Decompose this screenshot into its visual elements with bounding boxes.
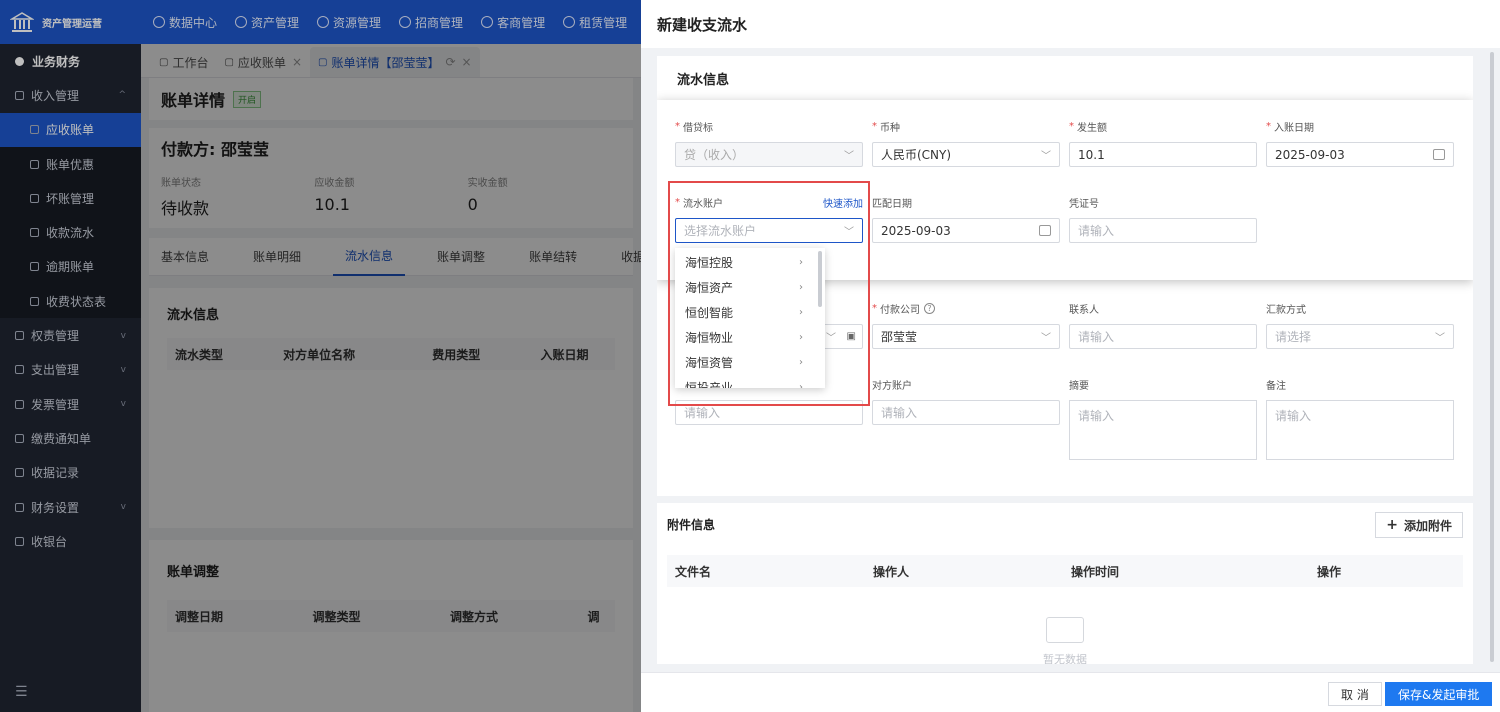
- account-dropdown: 海恒控股 › 海恒资产 › 恒创智能 › 海恒物业 › 海恒资管 › 恒投产业 ›: [675, 248, 825, 388]
- account-option-label: 海恒资产: [685, 281, 734, 295]
- match-date-field: 匹配日期 2025-09-03: [872, 194, 1060, 243]
- currency-field: * 币种 人民币(CNY) ﹀: [872, 118, 1060, 167]
- help-icon[interactable]: ?: [924, 302, 935, 314]
- account-option-label: 海恒资管: [685, 356, 734, 370]
- remit-method-select[interactable]: 请选择 ﹀: [1266, 324, 1454, 349]
- attachments-table-header: 文件名 操作人 操作时间 操作: [667, 555, 1463, 587]
- empty-state: 暂无数据: [667, 587, 1463, 664]
- remit-method-field: 汇款方式 请选择 ﹀: [1266, 300, 1454, 349]
- voucher-input[interactable]: 请输入: [1069, 218, 1257, 243]
- amount-field: * 发生额 10.1: [1069, 118, 1257, 167]
- extra-input[interactable]: 请输入: [675, 400, 863, 425]
- account-option-label: 海恒控股: [685, 256, 734, 270]
- flow-info-title: 流水信息: [677, 72, 730, 88]
- summary-field: 摘要 请输入: [1069, 376, 1257, 460]
- drawer-title: 新建收支流水: [641, 0, 1500, 48]
- chevron-right-icon: ›: [799, 257, 803, 268]
- post-date-field: * 入账日期 2025-09-03: [1266, 118, 1454, 167]
- calendar-icon: [1433, 149, 1445, 160]
- account-option-label: 海恒物业: [685, 331, 734, 345]
- drawer-footer: 取 消 保存&发起审批: [641, 672, 1500, 712]
- account-option[interactable]: 海恒控股 ›: [675, 250, 825, 275]
- remark-textarea[interactable]: 请输入: [1266, 400, 1454, 460]
- debit-credit-field: * 借贷标 贷（收入） ﹀: [675, 118, 863, 167]
- account-option[interactable]: 恒创智能 ›: [675, 300, 825, 325]
- column-header: 操作时间: [1071, 564, 1120, 579]
- account-option[interactable]: 海恒物业 ›: [675, 325, 825, 350]
- chevron-down-icon: ﹀: [1435, 333, 1445, 344]
- contact-input[interactable]: 请输入: [1069, 324, 1257, 349]
- account-field: * 流水账户 快速添加 选择流水账户 ﹀: [675, 194, 863, 243]
- overlay-mask-top[interactable]: [0, 0, 641, 44]
- account-select[interactable]: 选择流水账户 ﹀: [675, 218, 863, 243]
- contact-field: 联系人 请输入: [1069, 300, 1257, 349]
- chevron-right-icon: ›: [799, 357, 803, 368]
- column-header: 文件名: [675, 564, 712, 579]
- amount-input[interactable]: 10.1: [1069, 142, 1257, 167]
- chevron-right-icon: ›: [799, 282, 803, 293]
- account-option-label: 恒创智能: [685, 306, 734, 320]
- empty-box-icon: [1046, 617, 1084, 643]
- account-option[interactable]: 恒投产业 ›: [675, 375, 825, 388]
- pay-company-field: * 付款公司 ? 邵莹莹 ﹀: [872, 300, 1060, 349]
- remark-field: 备注 请输入: [1266, 376, 1454, 460]
- account-option[interactable]: 海恒资管 ›: [675, 350, 825, 375]
- chevron-right-icon: ›: [799, 382, 803, 388]
- summary-textarea[interactable]: 请输入: [1069, 400, 1257, 460]
- voucher-field: 凭证号 请输入: [1069, 194, 1257, 243]
- column-header: 操作: [1317, 564, 1342, 579]
- account-option[interactable]: 海恒资产 ›: [675, 275, 825, 300]
- post-date-input[interactable]: 2025-09-03: [1266, 142, 1454, 167]
- dropdown-scrollbar[interactable]: [818, 251, 822, 307]
- save-submit-button[interactable]: 保存&发起审批: [1385, 682, 1493, 706]
- cancel-button[interactable]: 取 消: [1328, 682, 1382, 706]
- calendar-icon: [1039, 225, 1051, 236]
- attachments-panel: 附件信息 + 添加附件 文件名 操作人 操作时间 操作 暂无数据: [657, 503, 1473, 664]
- drawer-scrollbar[interactable]: [1490, 52, 1494, 662]
- quick-add-link[interactable]: 快速添加: [823, 195, 863, 210]
- plus-icon: +: [1386, 517, 1398, 533]
- chevron-down-icon: ﹀: [1041, 151, 1051, 162]
- counter-account-field: 对方账户 请输入: [872, 376, 1060, 425]
- chevron-right-icon: ›: [799, 307, 803, 318]
- chevron-down-icon: ﹀: [1041, 333, 1051, 344]
- column-header: 操作人: [873, 564, 910, 579]
- currency-select[interactable]: 人民币(CNY) ﹀: [872, 142, 1060, 167]
- chevron-down-icon: ﹀: [844, 227, 854, 238]
- overlay-mask-side[interactable]: [0, 44, 141, 712]
- chevron-down-icon: ﹀: [826, 333, 836, 344]
- counter-account-input[interactable]: 请输入: [872, 400, 1060, 425]
- pay-company-select[interactable]: 邵莹莹 ﹀: [872, 324, 1060, 349]
- chevron-right-icon: ›: [799, 332, 803, 343]
- account-option-label: 恒投产业: [685, 381, 734, 388]
- debit-credit-select[interactable]: 贷（收入） ﹀: [675, 142, 863, 167]
- attachments-title: 附件信息: [667, 517, 716, 532]
- add-attachment-button[interactable]: + 添加附件: [1375, 512, 1463, 538]
- chevron-down-icon: ﹀: [844, 151, 854, 162]
- overlay-mask[interactable]: [141, 44, 641, 712]
- match-date-input[interactable]: 2025-09-03: [872, 218, 1060, 243]
- clipboard-icon[interactable]: ▣: [847, 331, 856, 342]
